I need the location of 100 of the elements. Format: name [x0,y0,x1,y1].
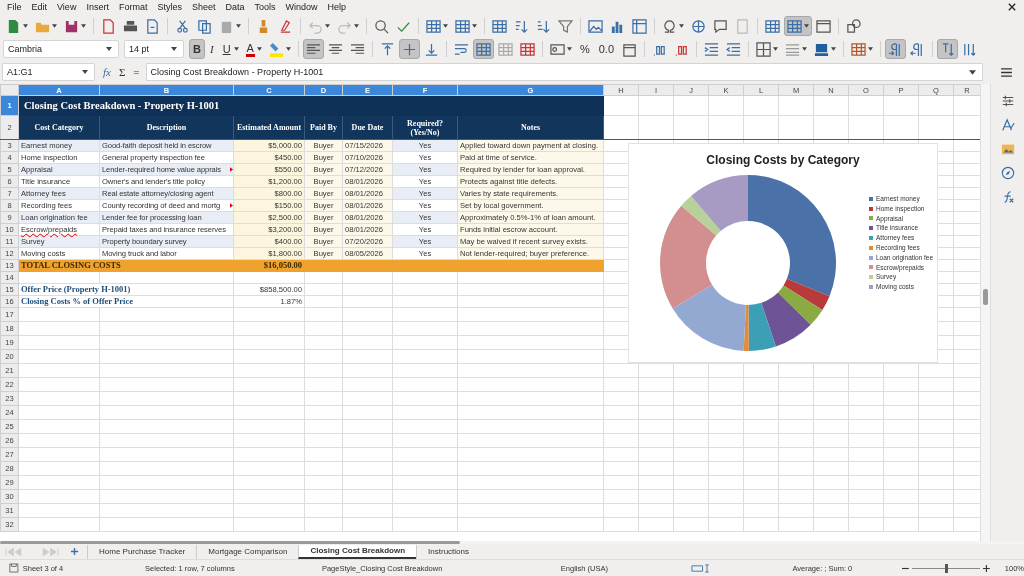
new-spreadsheet-icon [6,18,21,34]
print-icon [123,18,138,34]
formula-button[interactable]: = [129,66,144,78]
align-right-icon [349,41,365,57]
menu-icon[interactable] [1001,67,1012,77]
align-left-icon [305,41,321,57]
font-size-field[interactable]: 14 pt [124,40,184,58]
text-direction-button[interactable] [937,39,958,59]
menu-item[interactable]: File [2,2,27,12]
insert-image-icon [588,18,603,34]
menu-item[interactable]: Window [280,2,323,12]
name-box[interactable]: A1:G1 [2,63,95,81]
pivot-table-button[interactable] [629,16,650,36]
currency-format-icon [549,41,565,57]
caret-icon [236,24,241,28]
merge-center-icon [475,41,491,57]
menu-item[interactable]: Sheet [186,2,221,12]
wrench-icon[interactable] [1000,94,1015,108]
freeze-rows-columns-button[interactable] [784,16,812,36]
caret-icon [773,47,778,51]
align-top-icon [379,41,395,57]
unmerge-cells-icon [519,41,535,57]
caret-icon [52,24,57,28]
caret-icon [233,47,239,51]
align-center-icon [327,41,343,57]
gallery-icon[interactable] [1000,142,1015,156]
merge-center-button[interactable] [472,39,494,59]
caret-icon [679,24,684,28]
formula-input[interactable]: Closing Cost Breakdown - Property H-1001 [145,63,983,81]
sheet-tab[interactable]: Home Purchase Tracker [87,544,197,559]
center-vertically-button[interactable] [398,39,420,59]
pivot-table-icon [632,18,647,34]
sort-icon [492,18,507,34]
caret-icon [802,47,807,51]
left-to-right-icon [888,41,903,57]
autofilter-icon [558,18,573,34]
caret-icon [354,24,359,28]
cut-icon [175,18,190,34]
add-sheet-icon[interactable] [70,547,79,556]
left-to-right-button[interactable] [885,39,906,59]
align-left-button[interactable] [302,39,324,59]
caret-icon [868,47,873,51]
sheet-tab[interactable]: Instructions [416,544,480,559]
caret-icon [106,47,112,51]
caret-icon [325,24,330,28]
increase-indent-icon [704,41,719,57]
formula-button[interactable]: Σ [114,66,130,78]
caret-icon [23,24,28,28]
borders-icon [756,41,771,57]
menu-item[interactable]: Format [113,2,153,12]
date-format-icon [622,41,637,57]
bold-button[interactable]: B [189,39,205,59]
menu-item[interactable]: Edit [26,2,53,12]
underline-button[interactable]: U [218,39,242,59]
split-window-icon [816,18,831,34]
scrollbar-thumb[interactable] [0,541,460,544]
menu-item[interactable]: Data [220,2,250,12]
borders-button[interactable] [753,39,781,59]
sheet-tab[interactable]: Closing Cost Breakdown [298,544,417,559]
zoom-slider-thumb[interactable] [945,563,948,573]
border-color-icon [814,41,829,57]
sort-descending-icon [536,18,551,34]
caret-icon [443,24,448,28]
caret-icon [804,24,809,28]
find-replace-icon [374,18,389,34]
decrease-indent-icon [726,41,741,57]
formula-button[interactable]: fx [99,66,115,78]
print-range-icon [765,18,780,34]
highlight-icon [268,41,284,57]
close-icon[interactable] [1008,3,1016,11]
menu-item[interactable]: Help [322,2,352,12]
menu-item[interactable]: View [52,2,82,12]
percent-format-button[interactable]: % [575,39,594,59]
caret-icon [472,24,477,28]
summary-label: Closing Costs % of Offer Price [18,295,234,308]
caret-icon [285,47,291,51]
italic-button[interactable]: I [205,39,218,59]
compass-icon[interactable] [1000,166,1015,180]
clear-formatting-icon [278,18,293,34]
sort-ascending-icon [514,18,529,34]
menu-item[interactable]: Insert [81,2,114,12]
menu-item[interactable]: Tools [249,2,281,12]
styles-icon[interactable] [1000,118,1015,132]
freeze-rows-columns-icon [787,18,802,34]
menu-item[interactable]: Styles [152,2,187,12]
zoom-in-icon[interactable] [983,564,990,572]
font-color-button[interactable]: A [242,39,265,59]
hyperlink-icon [691,18,706,34]
sheet-title: Closing Cost Breakdown - Property H-1001 [18,95,604,116]
caret-icon [566,47,572,51]
align-bottom-icon [423,41,439,57]
right-to-left-icon [910,41,925,57]
font-name-field[interactable]: Cambria [3,40,119,58]
conditional-format-icon [851,41,866,57]
scrollbar-thumb[interactable] [983,289,988,305]
center-vertically-icon [401,41,417,57]
number-format-button[interactable]: 0.0 [594,39,618,59]
column-icon [455,18,470,34]
shapes-icon [846,18,861,34]
expand-icon[interactable] [969,69,976,75]
